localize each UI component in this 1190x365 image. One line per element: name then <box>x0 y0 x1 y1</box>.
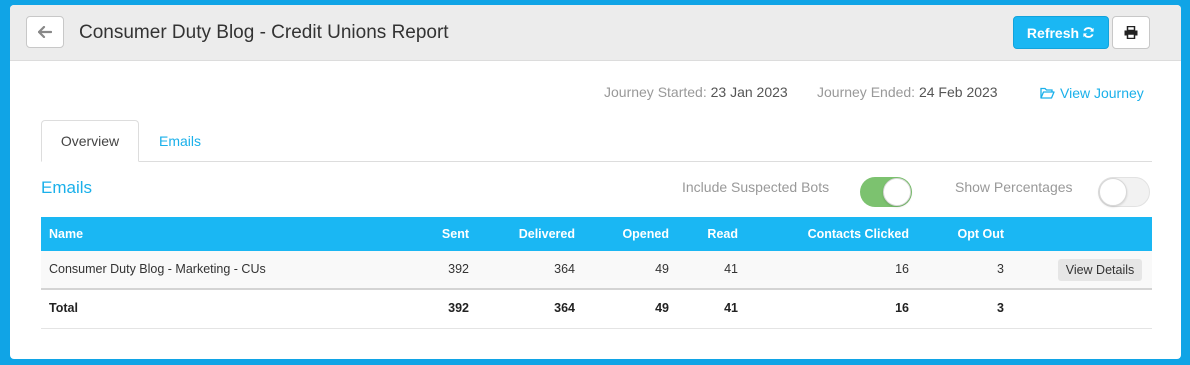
column-header-contacts-clicked[interactable]: Contacts Clicked <box>808 227 909 241</box>
cell-opened: 49 <box>655 262 669 276</box>
total-sent: 392 <box>448 301 469 315</box>
cell-name: Consumer Duty Blog - Marketing - CUs <box>49 262 266 276</box>
refresh-button-label: Refresh <box>1026 24 1080 41</box>
show-percentages-toggle[interactable] <box>1098 177 1150 207</box>
column-header-opt-out[interactable]: Opt Out <box>957 227 1004 241</box>
table-total-row: Total 392 364 49 41 16 3 <box>41 291 1152 329</box>
journey-ended: Journey Ended: 24 Feb 2023 <box>817 84 998 100</box>
column-header-read[interactable]: Read <box>707 227 738 241</box>
journey-ended-label: Journey Ended: <box>817 84 916 100</box>
cell-opt-out: 3 <box>997 262 1004 276</box>
total-delivered: 364 <box>554 301 575 315</box>
column-header-name[interactable]: Name <box>49 227 83 241</box>
tab-emails[interactable]: Emails <box>139 120 221 162</box>
arrow-left-icon <box>38 26 52 38</box>
cell-delivered: 364 <box>554 262 575 276</box>
folder-open-icon <box>1040 87 1055 99</box>
report-panel: Consumer Duty Blog - Credit Unions Repor… <box>10 5 1181 359</box>
journey-ended-value: 24 Feb 2023 <box>918 84 998 100</box>
table-row: Consumer Duty Blog - Marketing - CUs 392… <box>41 251 1152 290</box>
total-contacts-clicked: 16 <box>895 301 909 315</box>
journey-started: Journey Started: 23 Jan 2023 <box>604 84 788 100</box>
toggle-knob <box>1099 178 1127 206</box>
toggle-knob <box>883 178 911 206</box>
view-journey-label: View Journey <box>1060 85 1144 101</box>
page-title: Consumer Duty Blog - Credit Unions Repor… <box>79 22 449 43</box>
cell-sent: 392 <box>448 262 469 276</box>
total-read: 41 <box>724 301 738 315</box>
journey-started-value: 23 Jan 2023 <box>710 84 788 100</box>
total-opened: 49 <box>655 301 669 315</box>
journey-started-label: Journey Started: <box>604 84 707 100</box>
print-icon <box>1124 26 1138 39</box>
section-title: Emails <box>41 178 93 197</box>
page-header: Consumer Duty Blog - Credit Unions Repor… <box>10 5 1181 61</box>
tab-overview[interactable]: Overview <box>41 120 139 162</box>
column-header-delivered[interactable]: Delivered <box>519 227 575 241</box>
refresh-icon <box>1083 27 1094 38</box>
cell-contacts-clicked: 16 <box>895 262 909 276</box>
view-details-button[interactable]: View Details <box>1058 259 1142 281</box>
print-button[interactable] <box>1112 16 1150 49</box>
include-bots-label: Include Suspected Bots <box>682 179 830 195</box>
show-percentages-label: Show Percentages <box>955 179 1073 195</box>
refresh-button[interactable]: Refresh <box>1013 16 1109 49</box>
cell-read: 41 <box>724 262 738 276</box>
include-bots-toggle[interactable] <box>860 177 912 207</box>
total-opt-out: 3 <box>997 301 1004 315</box>
view-journey-link[interactable]: View Journey <box>1040 85 1144 101</box>
back-button[interactable] <box>26 16 64 48</box>
table-header: Name Sent Delivered Opened Read Contacts… <box>41 217 1152 251</box>
total-label: Total <box>49 301 78 315</box>
column-header-opened[interactable]: Opened <box>622 227 669 241</box>
column-header-sent[interactable]: Sent <box>442 227 469 241</box>
